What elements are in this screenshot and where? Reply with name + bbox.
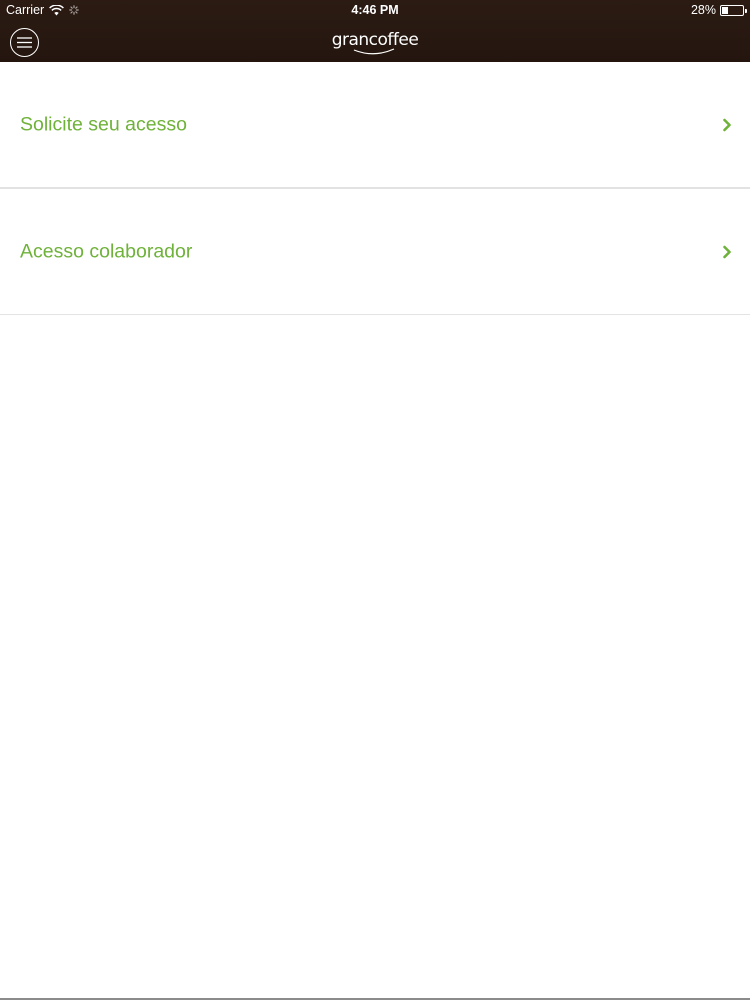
status-bar: Carrier 4:46 PM 28% <box>0 0 750 22</box>
battery-fill <box>722 6 728 14</box>
battery-icon <box>720 4 747 16</box>
battery-percent: 28% <box>690 3 716 17</box>
brand-logo: grancoffee <box>0 30 750 55</box>
logo-swoosh-icon <box>353 48 394 55</box>
list-item-label: Solicite seu acesso <box>20 113 187 136</box>
chevron-right-icon <box>723 118 731 132</box>
chevron-right-icon <box>723 245 731 258</box>
list-item-solicite-acesso[interactable]: Solicite seu acesso <box>0 63 750 189</box>
list-item-acesso-colaborador[interactable]: Acesso colaborador <box>0 189 750 315</box>
app-header: Carrier 4:46 PM 28% grancoffee <box>0 0 750 62</box>
status-right: 28% <box>690 3 747 17</box>
list-item-label: Acesso colaborador <box>20 240 193 262</box>
access-options-list: Solicite seu acesso Acesso colaborador <box>0 63 750 315</box>
status-time: 4:46 PM <box>351 3 399 17</box>
